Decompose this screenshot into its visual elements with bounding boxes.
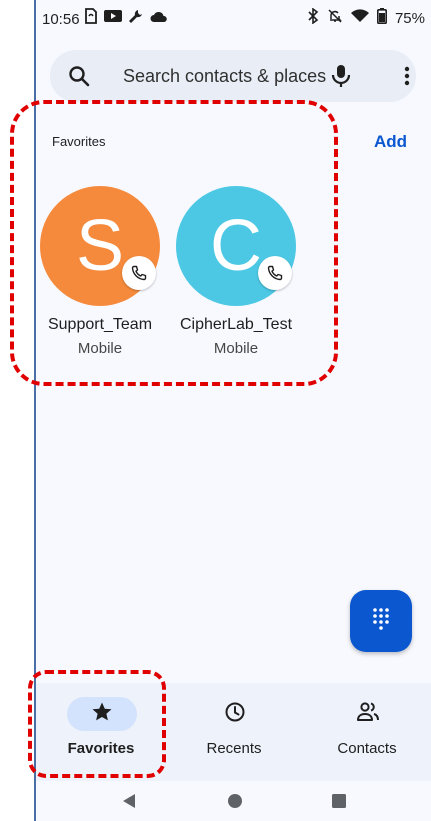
mute-icon <box>327 8 343 28</box>
contact-name: Support_Team <box>47 316 153 333</box>
tab-favorites[interactable]: Favorites <box>36 683 166 781</box>
more-vertical-icon[interactable] <box>395 64 419 88</box>
dialer-app-screen: 10:56 75% Search contacts & places Favor… <box>34 0 431 821</box>
search-icon[interactable] <box>68 65 90 87</box>
status-system-icons: 75% <box>307 7 425 28</box>
back-icon[interactable] <box>122 793 136 814</box>
status-time: 10:56 <box>42 11 80 28</box>
contact-name: CipherLab_Test <box>179 316 293 333</box>
battery-percent: 75% <box>394 9 425 27</box>
bluetooth-icon <box>307 7 319 28</box>
tab-contacts-label[interactable]: Contacts <box>302 740 431 757</box>
star-icon <box>91 701 113 728</box>
add-favorite-button[interactable]: Add <box>374 132 407 152</box>
tab-recents[interactable]: Recents <box>169 683 299 781</box>
search-bar[interactable]: Search contacts & places <box>50 50 416 102</box>
favorite-contact-card[interactable]: C CipherLab_Test Mobile <box>176 186 300 366</box>
bottom-navigation: Favorites Recents Contacts <box>36 683 431 781</box>
tab-contacts[interactable]: Contacts <box>302 683 431 781</box>
status-notification-icons <box>84 8 168 29</box>
system-navigation-bar <box>36 781 431 821</box>
status-bar: 10:56 75% <box>36 0 431 40</box>
nav-icon-container[interactable] <box>200 697 270 731</box>
microphone-icon[interactable] <box>329 63 353 89</box>
overview-icon[interactable] <box>331 793 347 814</box>
sim-icon <box>84 8 98 29</box>
battery-icon <box>376 8 387 28</box>
contact-number-type: Mobile <box>77 340 123 357</box>
nav-active-indicator[interactable] <box>67 697 137 731</box>
call-icon[interactable] <box>122 256 156 290</box>
call-icon[interactable] <box>258 256 292 290</box>
tab-favorites-label[interactable]: Favorites <box>36 740 166 757</box>
tab-recents-label[interactable]: Recents <box>169 740 299 757</box>
nav-icon-container[interactable] <box>333 697 403 731</box>
home-icon[interactable] <box>227 793 243 814</box>
contact-number-type: Mobile <box>213 340 259 357</box>
search-input[interactable]: Search contacts & places <box>123 66 326 87</box>
wrench-icon <box>128 8 144 29</box>
clock-icon <box>224 701 246 728</box>
wifi-icon <box>350 9 369 27</box>
favorite-contact-card[interactable]: S Support_Team Mobile <box>40 186 164 366</box>
people-icon <box>356 701 380 728</box>
favorites-section-title: Favorites <box>52 134 106 149</box>
cloud-icon <box>150 10 168 28</box>
dialpad-icon <box>371 607 391 636</box>
youtube-icon <box>104 9 122 28</box>
dialpad-button[interactable] <box>350 590 412 652</box>
